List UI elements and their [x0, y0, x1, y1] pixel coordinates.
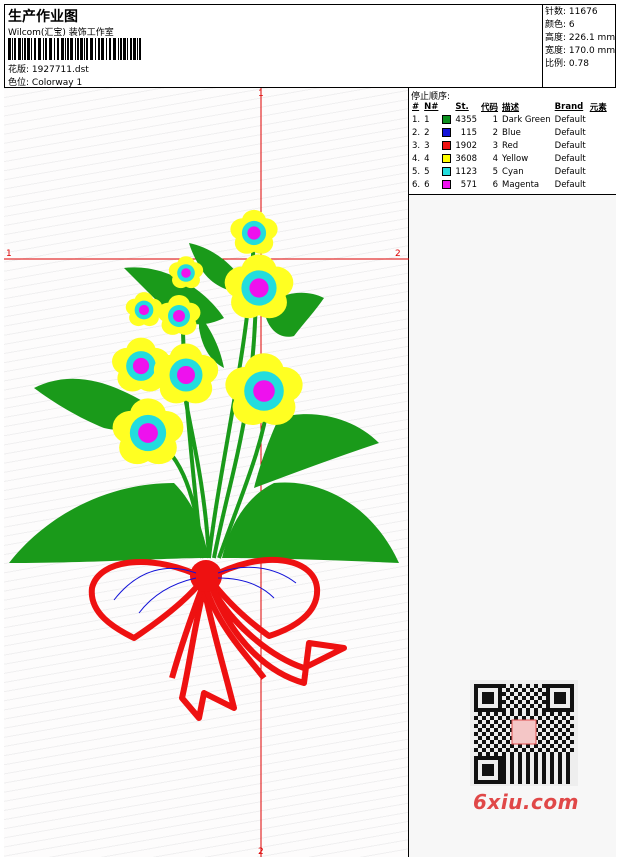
embroidery-preview: 1 2 1 2: [4, 88, 409, 857]
table-row[interactable]: 2. 2 115 2 Blue Default: [410, 126, 609, 139]
table-header-row: # N# St. 代码 描述 Brand 元素: [410, 100, 609, 113]
stop-sequence-table: # N# St. 代码 描述 Brand 元素 1. 1 4355 1 Dark Gre…: [410, 100, 609, 191]
row-description: Yellow: [502, 153, 529, 164]
row-description: Magenta: [502, 179, 540, 190]
bow-knot: [190, 560, 222, 592]
row-stitch-order: 2: [492, 127, 499, 138]
row-number: 3: [424, 140, 430, 151]
axis-label-bottom: 2: [258, 847, 264, 857]
row-code: 115: [460, 127, 478, 138]
col-element: 元素: [589, 102, 607, 113]
design-label: 花版:: [8, 65, 30, 75]
row-code: 571: [460, 179, 478, 190]
stat-height: 高度: 226.1 mm: [545, 33, 616, 43]
row-element: [588, 139, 609, 152]
flower: [224, 254, 294, 319]
row-code: 3608: [455, 153, 478, 164]
row-brand: Default: [554, 127, 586, 138]
row-code: 1123: [455, 166, 478, 177]
row-swatch: [440, 178, 453, 191]
barcode-image: [8, 38, 141, 60]
row-brand: Default: [554, 114, 586, 125]
row-stitch-order: 6: [492, 179, 499, 190]
row-brand: Default: [554, 166, 586, 177]
col-description: 描述: [502, 102, 520, 113]
row-description: Blue: [502, 127, 521, 138]
col-swatch: [440, 100, 453, 113]
table-row[interactable]: 1. 1 4355 1 Dark Green Default: [410, 113, 609, 126]
row-index: 1.: [412, 114, 421, 125]
design-canvas[interactable]: 1 2 1 2: [4, 88, 409, 857]
color-swatch: [442, 179, 452, 189]
row-stitch-order: 3: [492, 140, 499, 151]
col-brand: Brand: [554, 101, 584, 112]
colorway-label: 色位:: [8, 78, 30, 88]
row-description: Cyan: [502, 166, 524, 177]
col-code: 代码: [481, 102, 499, 113]
table-row[interactable]: 3. 3 1902 3 Red Default: [410, 139, 609, 152]
page-title: 生产作业图: [8, 9, 78, 25]
row-index: 2.: [412, 127, 421, 138]
stat-stitches: 针数: 11676: [545, 7, 598, 17]
row-element: [588, 113, 609, 126]
row-element: [588, 165, 609, 178]
row-element: [588, 126, 609, 139]
stat-width: 宽度: 170.0 mm: [545, 46, 616, 56]
design-row: 花版: 1927711.dst: [8, 62, 89, 75]
color-swatch: [442, 140, 452, 150]
worksheet-header: 生产作业图 Wilcom(汇宝) 装饰工作室 花版: 1927711.dst 色…: [4, 4, 616, 88]
row-swatch: [440, 139, 453, 152]
row-index: 6.: [412, 179, 421, 190]
row-element: [588, 152, 609, 165]
row-number: 2: [424, 127, 430, 138]
color-swatch: [442, 114, 452, 124]
col-index: #: [412, 101, 420, 112]
stop-sequence-box: 停止顺序: # N# St. 代码 描述 Brand 元素 1. 1 4355 1 Da…: [409, 88, 616, 195]
row-number: 5: [424, 166, 430, 177]
qr-code-image: [470, 680, 578, 786]
colorway-value: Colorway 1: [31, 78, 83, 88]
table-row[interactable]: 5. 5 1123 5 Cyan Default: [410, 165, 609, 178]
stats-box: 针数: 11676 颜色: 6 高度: 226.1 mm 宽度: 170.0 m…: [542, 4, 616, 87]
flower: [230, 209, 278, 254]
row-index: 5.: [412, 166, 421, 177]
row-swatch: [440, 126, 453, 139]
row-stitch-order: 1: [492, 114, 499, 125]
color-swatch: [442, 127, 452, 137]
row-stitch-order: 4: [492, 153, 499, 164]
color-swatch: [442, 153, 452, 163]
design-value: 1927711.dst: [31, 65, 89, 75]
row-swatch: [440, 165, 453, 178]
row-description: Dark Green: [502, 114, 551, 125]
flower: [225, 353, 303, 426]
color-swatch: [442, 166, 452, 176]
row-index: 4.: [412, 153, 421, 164]
table-row[interactable]: 6. 6 571 6 Magenta Default: [410, 178, 609, 191]
row-swatch: [440, 113, 453, 126]
row-code: 1902: [455, 140, 478, 151]
col-stitch: St.: [455, 101, 469, 112]
axis-label-right: 2: [395, 249, 401, 259]
row-brand: Default: [554, 140, 586, 151]
row-number: 4: [424, 153, 430, 164]
row-stitch-order: 5: [492, 166, 499, 177]
table-row[interactable]: 4. 4 3608 4 Yellow Default: [410, 152, 609, 165]
axis-label-left: 1: [6, 249, 12, 259]
stat-scale: 比例: 0.78: [545, 59, 589, 69]
row-brand: Default: [554, 179, 586, 190]
row-index: 3.: [412, 140, 421, 151]
axis-label-top: 1: [258, 89, 264, 99]
company-name: Wilcom(汇宝) 装饰工作室: [8, 28, 114, 38]
row-description: Red: [502, 140, 519, 151]
row-number: 1: [424, 114, 430, 125]
col-number: N#: [424, 101, 439, 112]
site-logo-watermark: 6xiu.com: [473, 790, 579, 814]
row-element: [588, 178, 609, 191]
row-swatch: [440, 152, 453, 165]
row-number: 6: [424, 179, 430, 190]
row-brand: Default: [554, 153, 586, 164]
row-code: 4355: [455, 114, 478, 125]
colorway-row: 色位: Colorway 1: [8, 75, 82, 88]
stat-colors: 颜色: 6: [545, 20, 575, 30]
